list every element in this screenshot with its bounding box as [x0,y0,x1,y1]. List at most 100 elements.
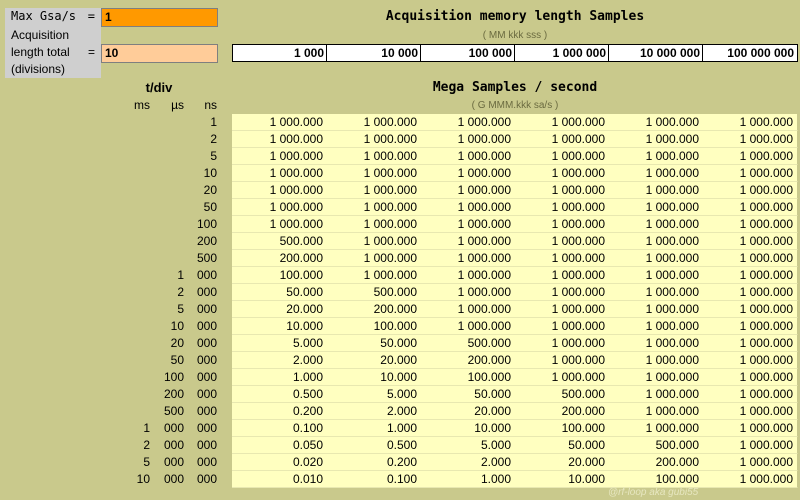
tdiv-ns-cell: 2 [210,132,217,146]
rate-cell: 1 000.000 [232,199,328,216]
rate-cell: 1 000.000 [608,114,704,131]
rate-cell: 200.000 [232,250,328,267]
rate-cell: 1 000.000 [420,250,516,267]
tdiv-ns-cell: 200 [196,234,217,248]
rate-cell: 1 000.000 [702,216,798,233]
max-gsa-input[interactable]: 1 [101,8,218,27]
rate-cell: 1 000.000 [326,148,422,165]
rate-cell: 1 000.000 [702,420,798,437]
rate-cell: 10.000 [232,318,328,335]
rate-title: Mega Samples / second [432,80,598,95]
tdiv-ms-cell [100,352,150,369]
unit-us: µs [171,98,184,112]
tdiv-us-cell: 000 [163,438,184,452]
rate-cell: 100.000 [608,471,704,488]
memory-length-cell: 1 000 000 [514,44,610,62]
tdiv-us-cell: 2 [177,285,184,299]
rate-cell: 1 000.000 [232,165,328,182]
memory-length-cell: 100 000 000 [702,44,798,62]
rate-cell: 100.000 [232,267,328,284]
tdiv-us-cell [150,165,184,182]
rate-cell: 1 000.000 [608,131,704,148]
tdiv-ns-cell: 000 [196,268,217,282]
rate-cell: 1 000.000 [326,250,422,267]
tdiv-ms-cell [100,369,150,386]
rate-cell: 1 000.000 [702,318,798,335]
acq-label-line1: Acquisition [11,28,70,42]
rate-cell: 1.000 [232,369,328,386]
tdiv-ns-cell: 500 [196,251,217,265]
rate-cell: 1 000.000 [420,148,516,165]
rate-cell: 0.200 [326,454,422,471]
rate-cell: 20.000 [232,301,328,318]
tdiv-ns-cell: 000 [196,421,217,435]
rate-cell: 1 000.000 [608,148,704,165]
rate-cell: 1 000.000 [514,369,610,386]
tdiv-ns-cell: 5 [210,149,217,163]
tdiv-ms-cell [100,148,150,165]
tdiv-us-cell: 5 [177,302,184,316]
rate-cell: 1 000.000 [420,233,516,250]
memory-length-cell: 10 000 [326,44,422,62]
rate-cell: 1 000.000 [702,182,798,199]
max-gsa-label: Max Gsa/s = [5,8,101,27]
rate-cell: 1 000.000 [420,267,516,284]
rate-cell: 1 000.000 [702,148,798,165]
memory-length-cell: 10 000 000 [608,44,704,62]
tdiv-ms-cell [100,114,150,131]
rate-cell: 1 000.000 [420,131,516,148]
tdiv-us-cell [150,148,184,165]
rate-cell: 0.010 [232,471,328,488]
watermark: @rf-loop aka gubi55 [608,487,699,498]
tdiv-ns-cell: 000 [196,404,217,418]
rate-cell: 1 000.000 [514,250,610,267]
acquisition-length-input[interactable]: 10 [101,44,218,63]
tdiv-ms-cell [100,250,150,267]
rate-cell: 1 000.000 [702,165,798,182]
tdiv-ms-cell: 2 [143,438,150,452]
tdiv-ms-cell [100,267,150,284]
max-gsa-label-text: Max Gsa/s [11,9,77,23]
tdiv-ns-cell: 000 [196,353,217,367]
rate-cell: 1 000.000 [514,131,610,148]
tdiv-ns-cell: 000 [196,336,217,350]
rate-cell: 1 000.000 [514,148,610,165]
rate-cell: 100.000 [514,420,610,437]
tdiv-ns-cell: 000 [196,302,217,316]
rate-cell: 1 000.000 [420,114,516,131]
tdiv-ns-cell: 000 [196,387,217,401]
acq-label-line2-text: length total [11,45,70,59]
tdiv-ns-cell: 000 [196,438,217,452]
rate-cell: 1 000.000 [702,335,798,352]
tdiv-us-cell: 10 [170,319,184,333]
tdiv-us-cell: 000 [163,421,184,435]
rate-cell: 1 000.000 [608,233,704,250]
tdiv-ms-cell: 5 [143,455,150,469]
rate-cell: 1.000 [420,471,516,488]
rate-hint: ( G MMM.kkk sa/s ) [471,100,559,111]
rate-cell: 1 000.000 [232,216,328,233]
rate-cell: 1 000.000 [514,216,610,233]
rate-cell: 1 000.000 [420,182,516,199]
rate-cell: 2.000 [326,403,422,420]
rate-cell: 1 000.000 [608,216,704,233]
rate-cell: 1 000.000 [702,471,798,488]
tdiv-ms-cell [100,284,150,301]
tdiv-ns-cell: 000 [196,285,217,299]
rate-cell: 1 000.000 [326,114,422,131]
rate-cell: 500.000 [232,233,328,250]
rate-cell: 1 000.000 [326,216,422,233]
rate-cell: 1 000.000 [702,352,798,369]
rate-cell: 1 000.000 [702,233,798,250]
rate-cell: 500.000 [608,437,704,454]
rate-cell: 0.100 [232,420,328,437]
rate-cell: 1 000.000 [514,284,610,301]
rate-cell: 1 000.000 [608,182,704,199]
rate-cell: 500.000 [326,284,422,301]
rate-cell: 1 000.000 [326,182,422,199]
rate-cell: 1 000.000 [608,352,704,369]
rate-cell: 1 000.000 [232,114,328,131]
rate-cell: 1 000.000 [608,420,704,437]
tdiv-us-cell: 1 [177,268,184,282]
rate-cell: 1 000.000 [514,267,610,284]
